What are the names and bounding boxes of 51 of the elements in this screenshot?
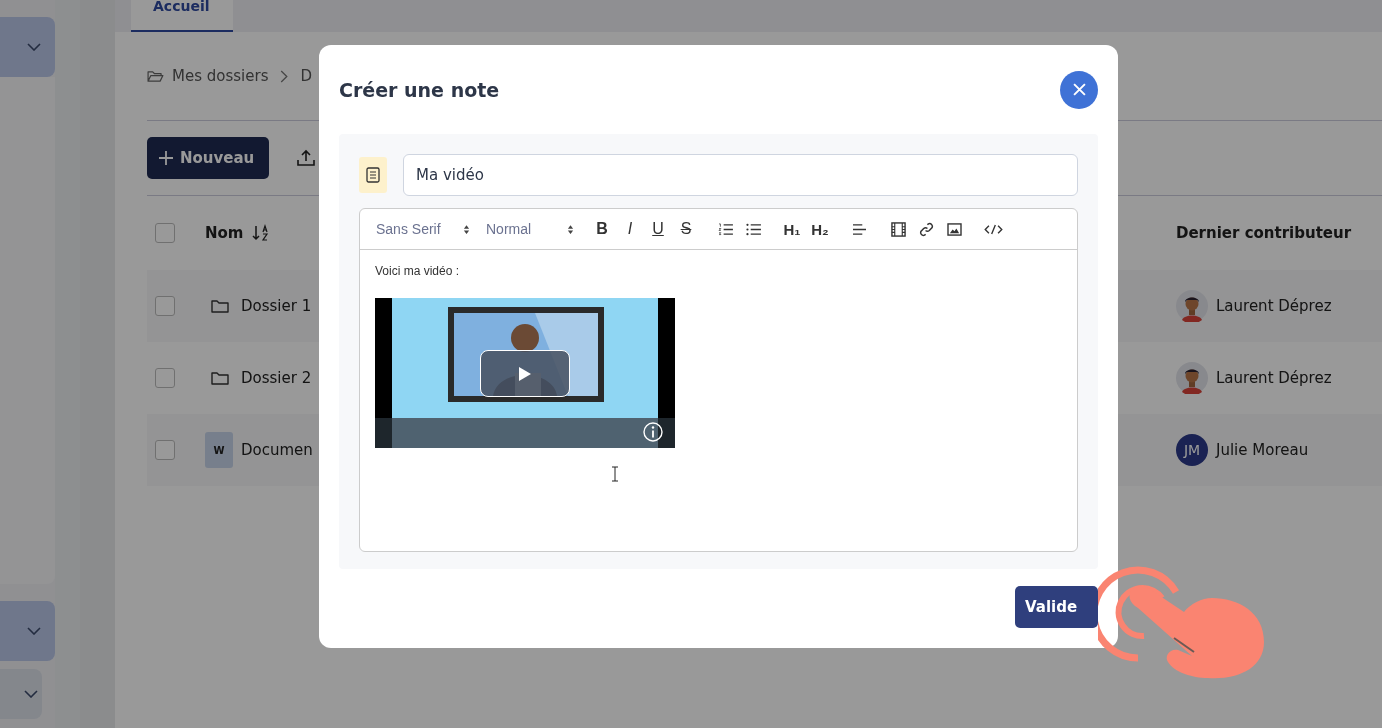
contributor-name: Laurent Déprez xyxy=(1216,369,1332,387)
folder-icon xyxy=(211,299,229,313)
file-name[interactable]: Documen xyxy=(241,441,313,459)
title-field[interactable]: Ma vidéo xyxy=(403,154,1078,196)
file-name[interactable]: Dossier 1 xyxy=(241,297,312,315)
tab[interactable]: Accueil xyxy=(131,0,233,32)
format-dropdown[interactable]: Sans Serif xyxy=(376,221,470,237)
format-button[interactable]: I xyxy=(618,217,642,241)
avatar-icon xyxy=(1176,290,1208,322)
checkbox[interactable] xyxy=(155,223,175,243)
file-name[interactable]: Dossier 2 xyxy=(241,369,312,387)
up-down-arrows-icon xyxy=(567,223,574,235)
format-button[interactable]: H₁ xyxy=(780,217,804,241)
folder-icon xyxy=(211,371,229,385)
contributor-name: Julie Moreau xyxy=(1216,441,1309,459)
chevron-down-icon xyxy=(24,690,38,698)
format-button[interactable]: H₂ xyxy=(808,217,832,241)
avatar-icon xyxy=(1176,362,1208,394)
column-header[interactable]: Dernier contributeur xyxy=(1176,224,1382,242)
modal-title: Créer une note xyxy=(339,78,500,101)
folder-icon xyxy=(147,69,164,83)
up-down-arrows-icon xyxy=(463,223,470,235)
body-text: Voici ma vidéo : xyxy=(375,264,461,278)
breadcrumb-link[interactable]: Mes dossiers xyxy=(172,67,269,85)
sort-icon[interactable] xyxy=(251,224,270,242)
submit-button[interactable]: Valide xyxy=(1015,586,1098,628)
checkbox[interactable] xyxy=(155,368,175,388)
format-button[interactable]: S xyxy=(674,217,698,241)
column-header[interactable]: Nom xyxy=(205,224,244,242)
format-dropdown[interactable]: Normal xyxy=(486,221,574,237)
close-button[interactable] xyxy=(1060,70,1098,109)
breadcrumb-link[interactable]: D xyxy=(300,67,313,85)
format-button[interactable]: U xyxy=(646,217,670,241)
chevron-down-icon xyxy=(27,627,41,635)
upload-icon[interactable] xyxy=(297,149,315,167)
file-type-badge: W xyxy=(205,432,233,468)
play-icon xyxy=(518,365,532,382)
avatar: JM xyxy=(1176,434,1208,466)
new-button[interactable]: Nouveau xyxy=(147,137,269,179)
chevron-down-icon xyxy=(27,43,41,51)
info-icon[interactable] xyxy=(643,422,663,442)
note-icon xyxy=(359,157,387,193)
play-button[interactable] xyxy=(480,350,570,397)
chevron-right-icon xyxy=(280,69,289,83)
close-icon xyxy=(1072,83,1086,96)
text-cursor-icon xyxy=(611,466,619,482)
checkbox[interactable] xyxy=(155,296,175,316)
plus-icon xyxy=(159,151,173,165)
format-button[interactable]: B xyxy=(590,217,614,241)
checkbox[interactable] xyxy=(155,440,175,460)
contributor-name: Laurent Déprez xyxy=(1216,297,1332,315)
